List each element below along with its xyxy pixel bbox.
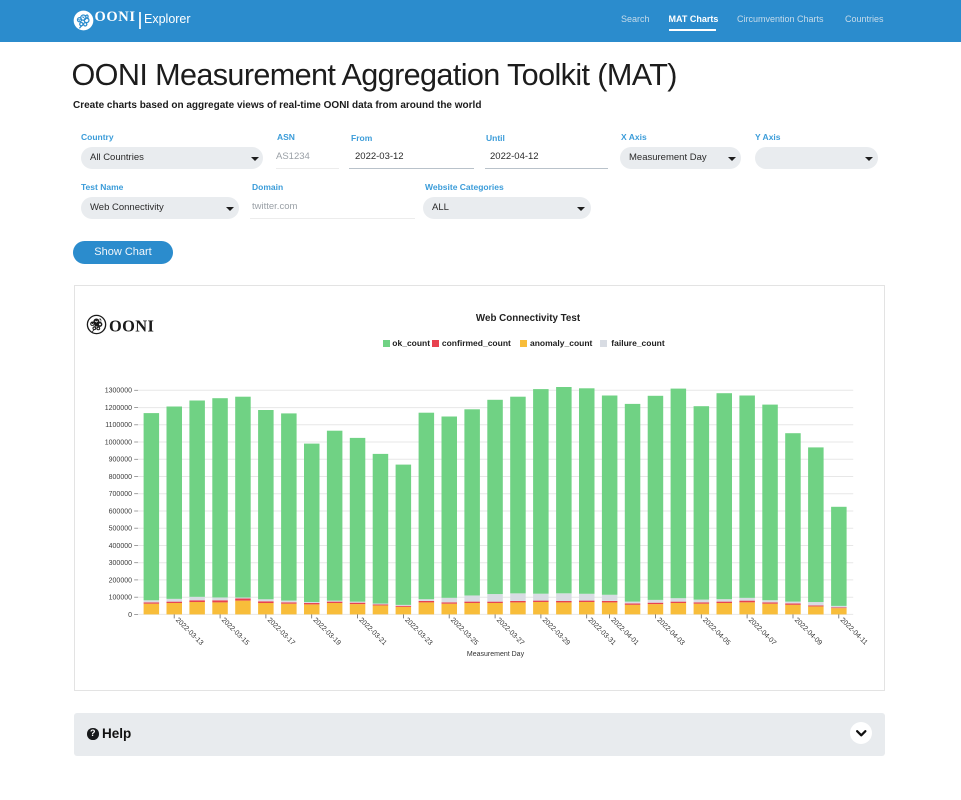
svg-text:400000: 400000 [109,543,132,550]
svg-text:800000: 800000 [109,474,132,481]
svg-text:2022-03-23: 2022-03-23 [403,617,433,647]
svg-text:Measurement Day: Measurement Day [467,651,525,658]
svg-text:2022-04-07: 2022-04-07 [747,617,777,647]
svg-text:700000: 700000 [109,491,132,498]
svg-text:2022-03-29: 2022-03-29 [541,617,571,647]
svg-text:1100000: 1100000 [105,422,132,429]
svg-text:500000: 500000 [109,526,132,533]
svg-text:300000: 300000 [109,560,132,567]
svg-text:0: 0 [128,612,132,619]
svg-text:2022-04-11: 2022-04-11 [839,617,869,647]
svg-text:200000: 200000 [109,577,132,584]
svg-text:900000: 900000 [109,457,132,464]
svg-text:2022-04-09: 2022-04-09 [793,617,823,647]
svg-text:1000000: 1000000 [105,439,132,446]
svg-text:2022-04-05: 2022-04-05 [701,617,731,647]
svg-text:2022-03-13: 2022-03-13 [174,617,204,647]
svg-text:2022-03-17: 2022-03-17 [266,617,296,647]
svg-text:2022-03-15: 2022-03-15 [220,617,250,647]
svg-text:2022-03-19: 2022-03-19 [311,617,341,647]
svg-text:100000: 100000 [109,595,132,602]
svg-text:2022-03-25: 2022-03-25 [449,617,479,647]
svg-text:1300000: 1300000 [105,388,132,395]
svg-text:2022-03-21: 2022-03-21 [357,617,387,647]
svg-text:1200000: 1200000 [105,405,132,412]
svg-text:2022-03-27: 2022-03-27 [495,617,525,647]
svg-text:2022-04-03: 2022-04-03 [655,617,685,647]
svg-text:600000: 600000 [109,508,132,515]
